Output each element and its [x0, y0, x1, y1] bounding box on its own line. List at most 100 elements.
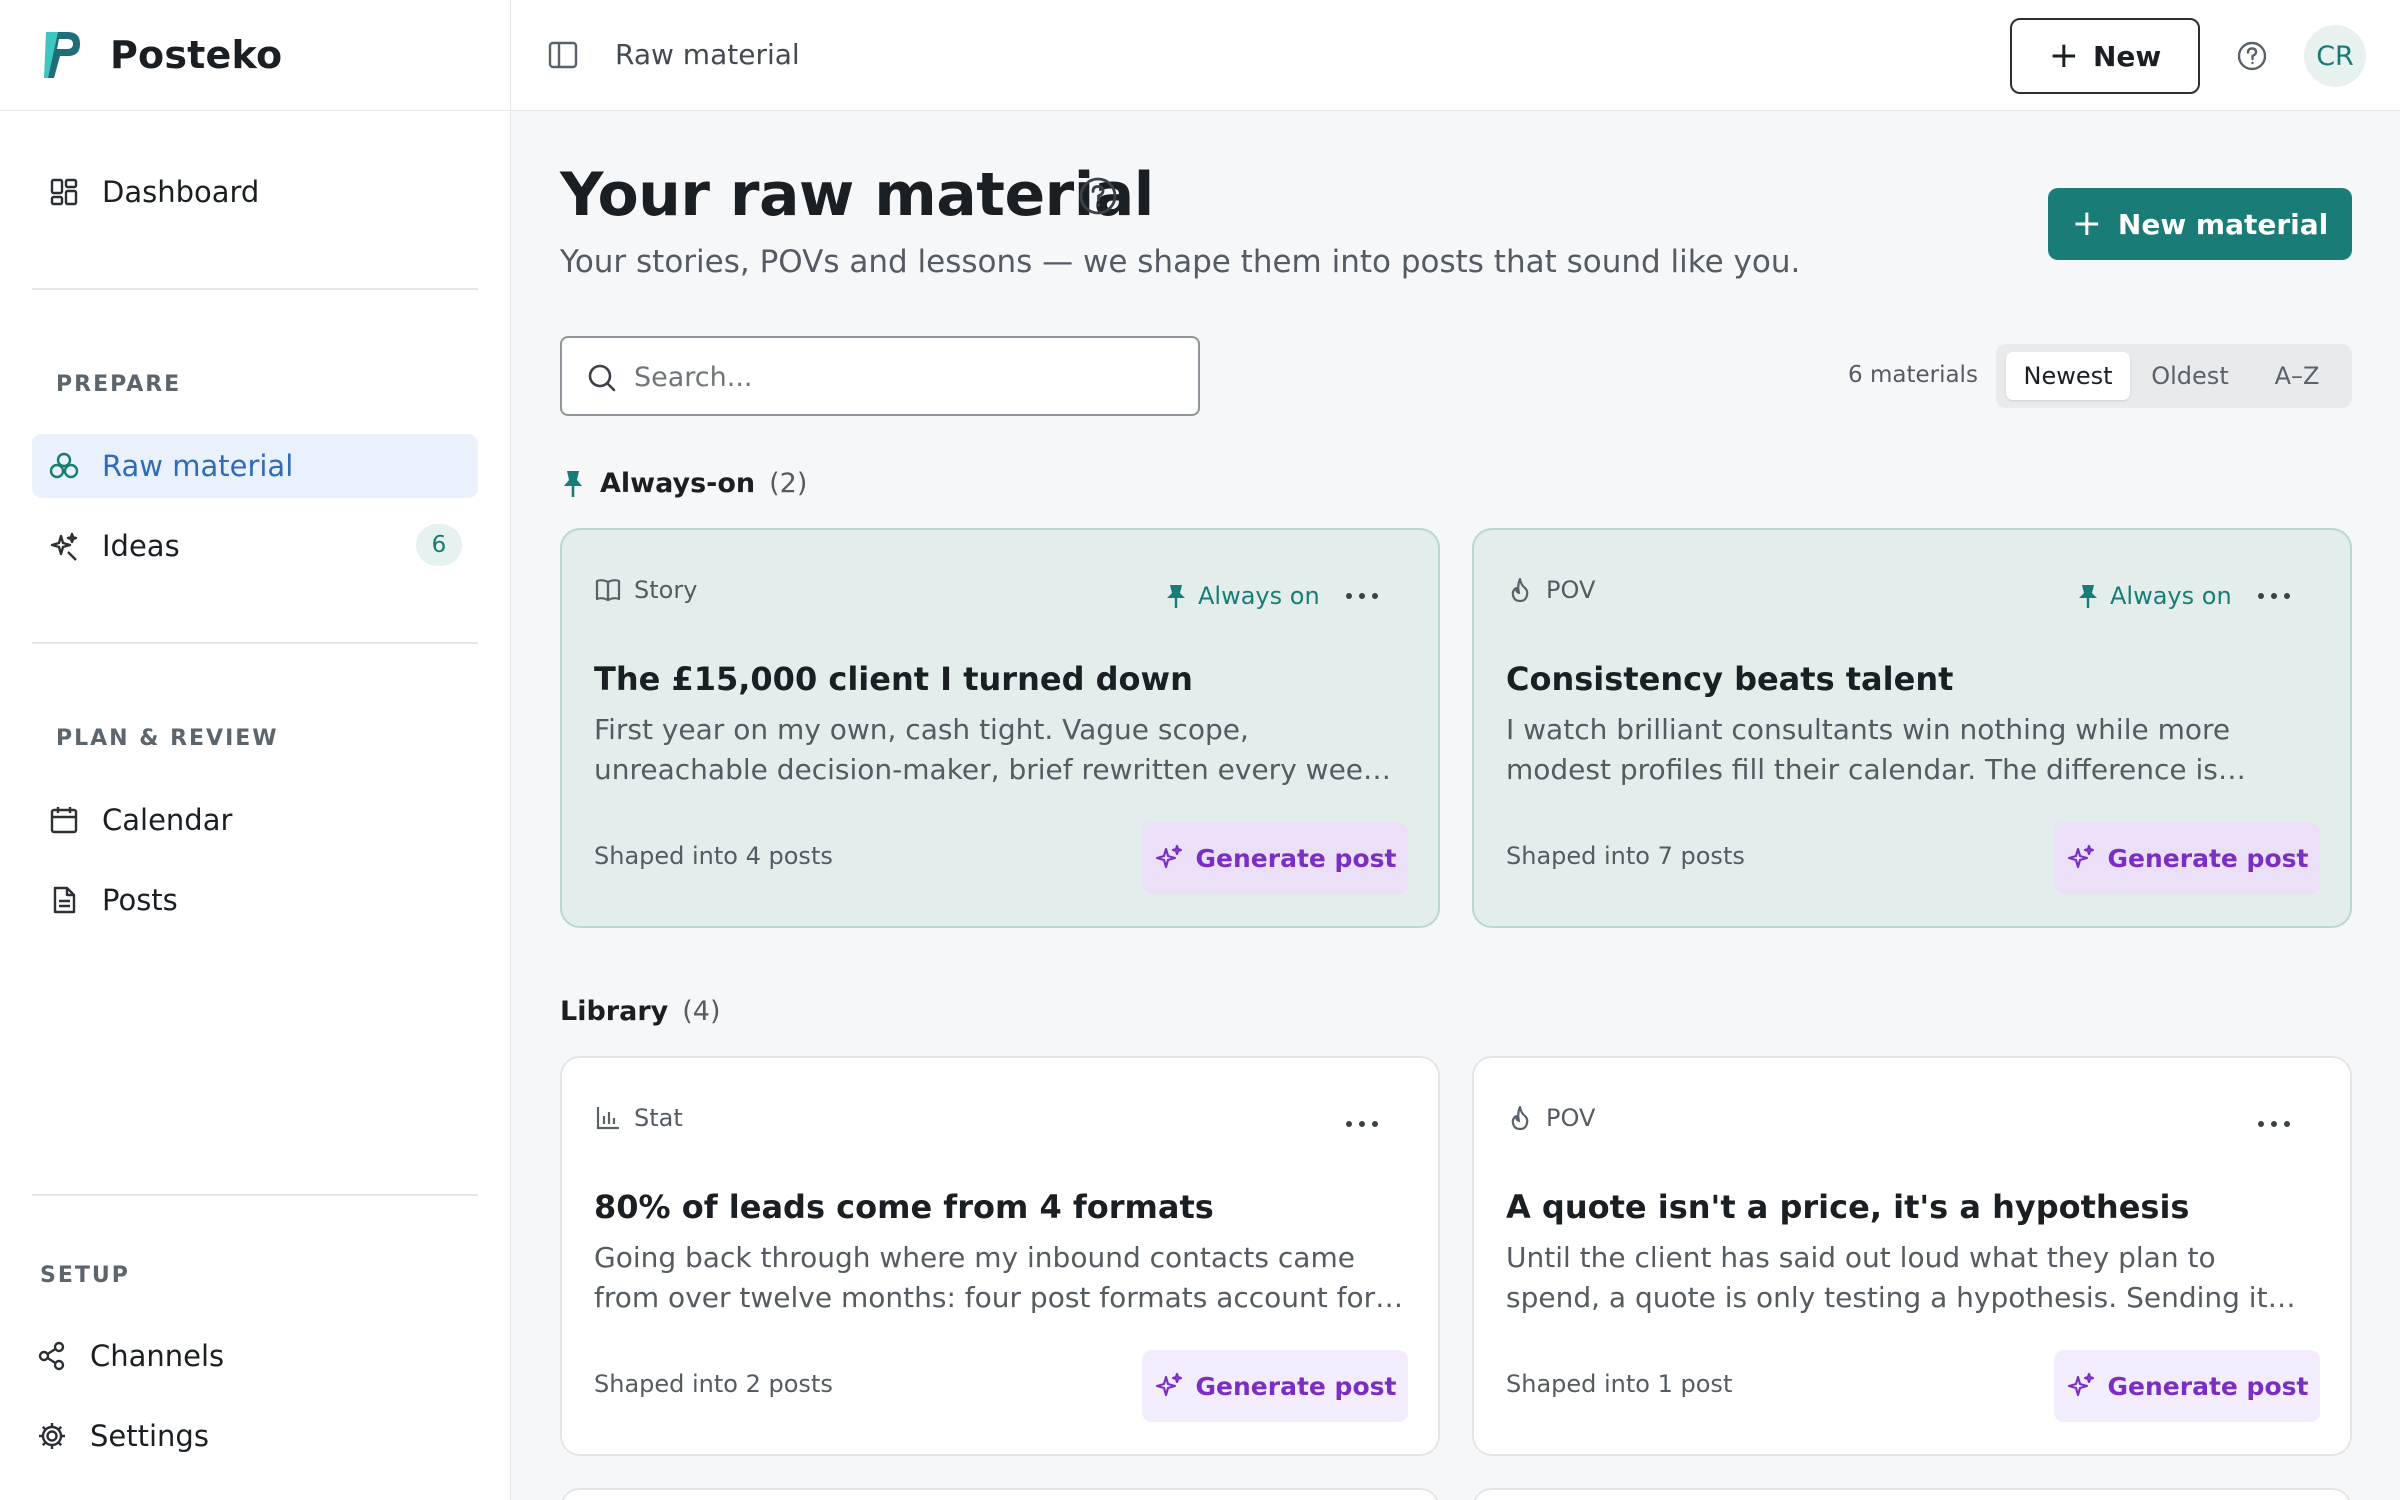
- flame-icon: [1511, 577, 1529, 603]
- always-on-badge[interactable]: Always on: [1164, 582, 1320, 610]
- material-type-label: Stat: [634, 1104, 683, 1132]
- generate-post-button[interactable]: Generate post: [1142, 822, 1408, 894]
- material-excerpt: First year on my own, cash tight. Vague …: [594, 713, 1389, 786]
- sparkle-icon: [1155, 1372, 1182, 1397]
- more-options-icon[interactable]: [1342, 1108, 1382, 1140]
- new-button-label: New: [2092, 39, 2162, 73]
- book-icon: [595, 579, 621, 602]
- material-card[interactable]: POV Always on Consistency beats talent I…: [1472, 528, 2352, 928]
- sidebar-divider: [32, 1194, 478, 1196]
- sidebar-item-label: Raw material: [102, 449, 294, 483]
- document-icon: [48, 884, 80, 916]
- generate-post-button[interactable]: Generate post: [2054, 1350, 2320, 1422]
- app-name: Posteko: [110, 33, 283, 77]
- material-card-partial[interactable]: [560, 1488, 1440, 1500]
- search-input[interactable]: [634, 356, 1174, 398]
- sidebar-item-label: Settings: [90, 1419, 209, 1453]
- sidebar-item-label: Calendar: [102, 803, 233, 837]
- material-title: 80% of leads come from 4 formats: [594, 1188, 1214, 1226]
- sidebar-item-label: Posts: [102, 883, 178, 917]
- topbar: Raw material + New CR: [511, 0, 2400, 111]
- material-card[interactable]: POV A quote isn't a price, it's a hypoth…: [1472, 1056, 2352, 1456]
- generate-post-label: Generate post: [1195, 843, 1397, 873]
- page-title: Your raw material: [560, 160, 1154, 230]
- generate-post-label: Generate post: [2107, 1371, 2309, 1401]
- sparkle-icon: [1155, 844, 1182, 869]
- new-button[interactable]: + New: [2010, 18, 2200, 94]
- posteko-logo-icon: [44, 32, 80, 78]
- sort-newest[interactable]: Newest: [2006, 352, 2130, 400]
- ideas-count-badge: 6: [416, 524, 462, 566]
- new-material-button[interactable]: + New material: [2048, 188, 2352, 260]
- section-label-setup: SETUP: [40, 1263, 130, 1288]
- brand[interactable]: Posteko: [0, 0, 510, 111]
- material-type-label: POV: [1546, 576, 1596, 604]
- sidebar-item-label: Channels: [90, 1339, 225, 1373]
- materials-count: 6 materials: [1848, 362, 1978, 388]
- sparkle-icon: [2067, 1372, 2094, 1397]
- more-options-icon[interactable]: [2254, 580, 2294, 612]
- shaped-count: Shaped into 7 posts: [1506, 842, 1745, 870]
- page-subtitle: Your stories, POVs and lessons — we shap…: [560, 244, 1801, 280]
- sidebar-item-dashboard[interactable]: Dashboard: [32, 160, 478, 224]
- section-count: (2): [769, 468, 808, 499]
- material-title: A quote isn't a price, it's a hypothesis: [1506, 1188, 2190, 1226]
- new-material-label: New material: [2117, 207, 2329, 241]
- material-type: Stat: [594, 1104, 683, 1132]
- material-card[interactable]: Story Always on The £15,000 client I tur…: [560, 528, 1440, 928]
- sidebar-item-label: Dashboard: [102, 175, 260, 209]
- more-options-icon[interactable]: [1342, 580, 1382, 612]
- always-on-label: Always on: [2110, 582, 2232, 610]
- material-excerpt: I watch brilliant consultants win nothin…: [1506, 713, 2231, 786]
- sparkle-icon: [48, 530, 80, 562]
- sidebar: Posteko Dashboard PREPARE Raw material I…: [0, 0, 511, 1500]
- sort-a-z[interactable]: A–Z: [2250, 352, 2344, 400]
- sidebar-item-ideas[interactable]: Ideas 6: [32, 514, 478, 578]
- material-type-label: Story: [634, 576, 698, 604]
- material-type: POV: [1506, 576, 1595, 604]
- calendar-icon: [48, 804, 80, 836]
- sidebar-item-raw-material[interactable]: Raw material: [32, 434, 478, 498]
- material-card[interactable]: Stat 80% of leads come from 4 formats Go…: [560, 1056, 1440, 1456]
- breadcrumb[interactable]: Raw material: [615, 38, 800, 71]
- more-options-icon[interactable]: [2254, 1108, 2294, 1140]
- help-icon[interactable]: [1078, 176, 1118, 216]
- sparkle-icon: [2067, 844, 2094, 869]
- avatar[interactable]: CR: [2304, 25, 2366, 87]
- material-excerpt: Until the client has said out loud what …: [1506, 1241, 2268, 1314]
- always-on-badge[interactable]: Always on: [2076, 582, 2232, 610]
- cluster-icon: [48, 450, 80, 482]
- share-nodes-icon: [36, 1340, 68, 1372]
- material-excerpt: Going back through where my inbound cont…: [594, 1241, 1376, 1314]
- sidebar-toggle-icon[interactable]: [547, 39, 579, 71]
- generate-post-button[interactable]: Generate post: [1142, 1350, 1408, 1422]
- material-card-partial[interactable]: [1472, 1488, 2352, 1500]
- sidebar-item-settings[interactable]: Settings: [20, 1404, 466, 1468]
- material-type: POV: [1506, 1104, 1595, 1132]
- gear-icon: [36, 1420, 68, 1452]
- bar-chart-icon: [596, 1107, 619, 1130]
- plus-icon: +: [2071, 203, 2102, 244]
- section-count: (4): [682, 996, 721, 1027]
- sidebar-item-channels[interactable]: Channels: [20, 1324, 466, 1388]
- pin-icon: [564, 470, 582, 497]
- section-label-prepare: PREPARE: [56, 372, 182, 397]
- section-label-plan-review: PLAN & REVIEW: [56, 726, 279, 751]
- always-on-label: Always on: [1198, 582, 1320, 610]
- flame-icon: [1511, 1105, 1529, 1131]
- sidebar-item-label: Ideas: [102, 529, 180, 563]
- sort-oldest[interactable]: Oldest: [2134, 352, 2246, 400]
- material-type: Story: [594, 576, 697, 604]
- search-box: [560, 336, 1200, 416]
- material-type-label: POV: [1546, 1104, 1596, 1132]
- help-icon[interactable]: [2236, 40, 2268, 72]
- search-icon: [588, 364, 616, 392]
- sidebar-item-calendar[interactable]: Calendar: [32, 788, 478, 852]
- pin-icon: [1167, 585, 1185, 608]
- sort-toggle: Newest Oldest A–Z: [1996, 344, 2352, 408]
- shaped-count: Shaped into 1 post: [1506, 1370, 1733, 1398]
- sidebar-item-posts[interactable]: Posts: [32, 868, 478, 932]
- generate-post-button[interactable]: Generate post: [2054, 822, 2320, 894]
- generate-post-label: Generate post: [1195, 1371, 1397, 1401]
- material-title: Consistency beats talent: [1506, 660, 1954, 698]
